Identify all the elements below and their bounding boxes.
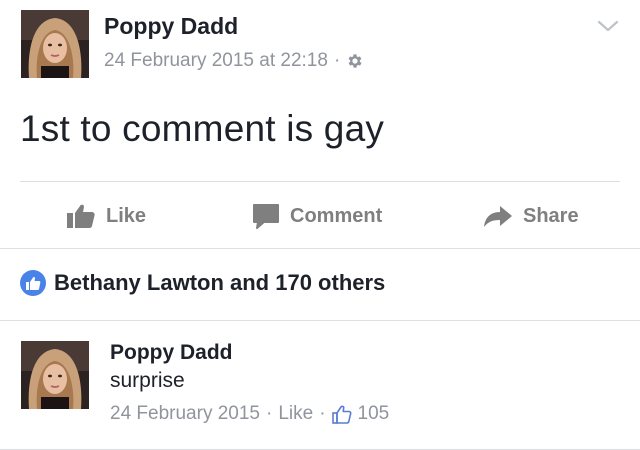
chevron-down-icon[interactable] xyxy=(596,16,620,36)
share-arrow-icon xyxy=(484,206,512,227)
post-timestamp[interactable]: 24 February 2015 at 22:18 xyxy=(104,50,328,72)
comment-meta: 24 February 2015 · Like · 105 xyxy=(110,403,389,425)
meta-separator: · xyxy=(333,50,341,71)
comment-author-avatar[interactable] xyxy=(21,341,89,409)
share-button[interactable]: Share xyxy=(483,202,579,230)
meta-separator: · xyxy=(266,403,273,424)
comment-label: Comment xyxy=(290,204,383,227)
post-author-name[interactable]: Poppy Dadd xyxy=(104,13,238,40)
post-text: 1st to comment is gay xyxy=(20,108,385,149)
thumbs-up-icon xyxy=(67,204,95,228)
avatar-photo xyxy=(21,10,89,78)
gear-icon[interactable] xyxy=(346,52,364,70)
comment-like-count[interactable]: 105 xyxy=(358,403,390,425)
comment-text: surprise xyxy=(110,369,185,392)
divider xyxy=(20,181,620,182)
like-reaction-icon xyxy=(20,270,46,296)
post-meta: 24 February 2015 at 22:18 · xyxy=(104,50,364,72)
comment-icon xyxy=(253,204,279,229)
divider xyxy=(0,320,640,321)
share-label: Share xyxy=(523,204,579,227)
comment-date[interactable]: 24 February 2015 xyxy=(110,403,260,425)
thumbs-up-outline-icon[interactable] xyxy=(331,405,352,424)
comment-like-link[interactable]: Like xyxy=(278,403,313,425)
reactions-text: Bethany Lawton and 170 others xyxy=(54,270,386,295)
like-button[interactable]: Like xyxy=(66,202,146,230)
comment-button[interactable]: Comment xyxy=(252,202,382,230)
reactions-summary[interactable]: Bethany Lawton and 170 others xyxy=(20,270,385,296)
comment-author-name[interactable]: Poppy Dadd xyxy=(110,341,233,365)
meta-separator: · xyxy=(319,403,326,424)
like-label: Like xyxy=(106,204,147,227)
divider xyxy=(0,248,640,249)
post-author-avatar[interactable] xyxy=(21,10,89,78)
avatar-photo xyxy=(21,341,89,409)
